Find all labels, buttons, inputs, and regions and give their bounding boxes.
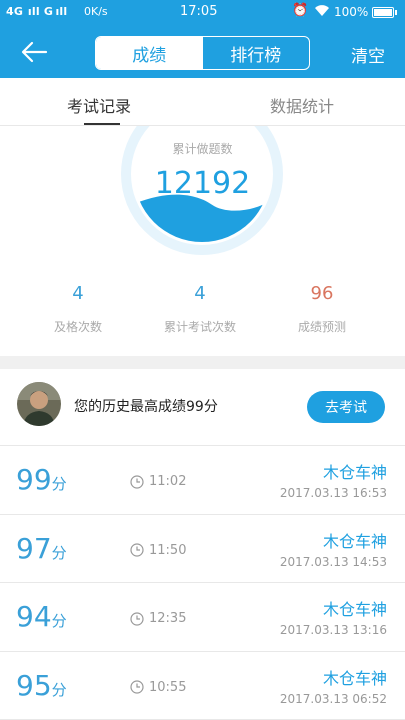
back-arrow-icon[interactable] [18,38,50,66]
list-item[interactable]: 97分 11:50 木仓车神 2017.03.13 14:53 [0,514,405,583]
alarm-icon: ⏰ [292,3,309,18]
stat-value: 96 [310,283,334,304]
gauge-label: 累计做题数 [172,142,233,156]
clock-icon [130,680,144,694]
section-divider [0,356,405,369]
record-score: 95分 [16,669,67,702]
record-duration: 12:35 [130,611,186,626]
record-score: 94分 [16,600,67,633]
record-date: 2017.03.13 13:16 [279,623,387,637]
score-unit: 分 [51,612,67,630]
clock-icon [130,543,144,557]
segmented-control: 成绩 排行榜 [95,36,310,70]
go-exam-button[interactable]: 去考试 [307,391,385,423]
score-value: 94 [16,600,52,633]
stat-label: 及格次数 [53,320,102,334]
duration-text: 12:35 [149,611,187,626]
score-value: 97 [16,531,52,565]
record-date: 2017.03.13 16:53 [279,486,387,500]
active-tab-indicator [84,123,120,125]
stat-label: 累计考试次数 [163,320,236,334]
record-user-name: 木仓车神 [322,668,387,688]
clock: 17:05 [180,4,218,19]
avatar [17,382,61,426]
stat-value: 4 [72,283,84,304]
record-date: 2017.03.13 14:53 [279,554,387,569]
record-date: 2017.03.13 06:52 [279,691,387,706]
tab-data-statistics[interactable]: 数据统计 [270,93,334,117]
battery-icon [372,7,397,18]
record-duration: 11:50 [130,543,186,558]
record-user-name: 木仓车神 [322,463,387,482]
duration-text: 11:02 [149,474,187,489]
sub-tab-bar: 考试记录 数据统计 [0,78,405,126]
wifi-icon [314,3,330,20]
best-score-text: 您的历史最高成绩99分 [74,399,218,415]
record-duration: 11:02 [130,474,186,489]
record-score: 97分 [16,532,67,565]
signal-indicator: 4G ıll G ıll [6,5,68,18]
tab-leaderboard[interactable]: 排行榜 [203,37,310,69]
score-value: 95 [16,668,52,702]
list-item[interactable]: 95分 10:55 木仓车神 2017.03.13 06:52 [0,651,405,720]
score-unit: 分 [51,475,67,493]
score-value: 99 [16,463,52,496]
exam-record-list: 99分 11:02 木仓车神 2017.03.13 16:53 97分 11:5… [0,446,405,720]
score-unit: 分 [51,680,67,699]
stat-exam-count: 4 累计考试次数 [140,283,260,335]
best-score-row: 您的历史最高成绩99分 去考试 [0,369,405,446]
list-item[interactable]: 94分 12:35 木仓车神 2017.03.13 13:16 [0,583,405,652]
record-duration: 10:55 [130,680,186,695]
stat-label: 成绩预测 [297,320,346,334]
status-bar: 4G ıll G ıll 0K/s 17:05 ⏰ 100% [0,0,405,26]
record-user-name: 木仓车神 [322,600,387,619]
clock-icon [130,611,144,626]
summary-panel: 累计做题数 12192 4 及格次数 4 累计考试次数 96 成绩预测 [0,126,405,356]
tab-scores[interactable]: 成绩 [96,37,203,69]
duration-text: 10:55 [149,679,187,695]
tab-exam-records[interactable]: 考试记录 [67,93,131,117]
record-score: 99分 [16,463,67,496]
clock-icon [130,474,144,489]
duration-text: 11:50 [149,542,187,558]
record-user-name: 木仓车神 [322,531,387,551]
score-unit: 分 [51,543,67,562]
title-bar: 成绩 排行榜 清空 [0,26,405,78]
clear-button[interactable]: 清空 [351,42,385,67]
stat-value: 4 [194,283,206,304]
stat-pass-count: 4 及格次数 [18,283,138,335]
battery-percent: 100% [334,5,369,19]
stat-score-prediction: 96 成绩预测 [262,283,382,335]
list-item[interactable]: 99分 11:02 木仓车神 2017.03.13 16:53 [0,446,405,515]
network-speed: 0K/s [84,5,108,18]
gauge-value: 12192 [154,166,251,201]
